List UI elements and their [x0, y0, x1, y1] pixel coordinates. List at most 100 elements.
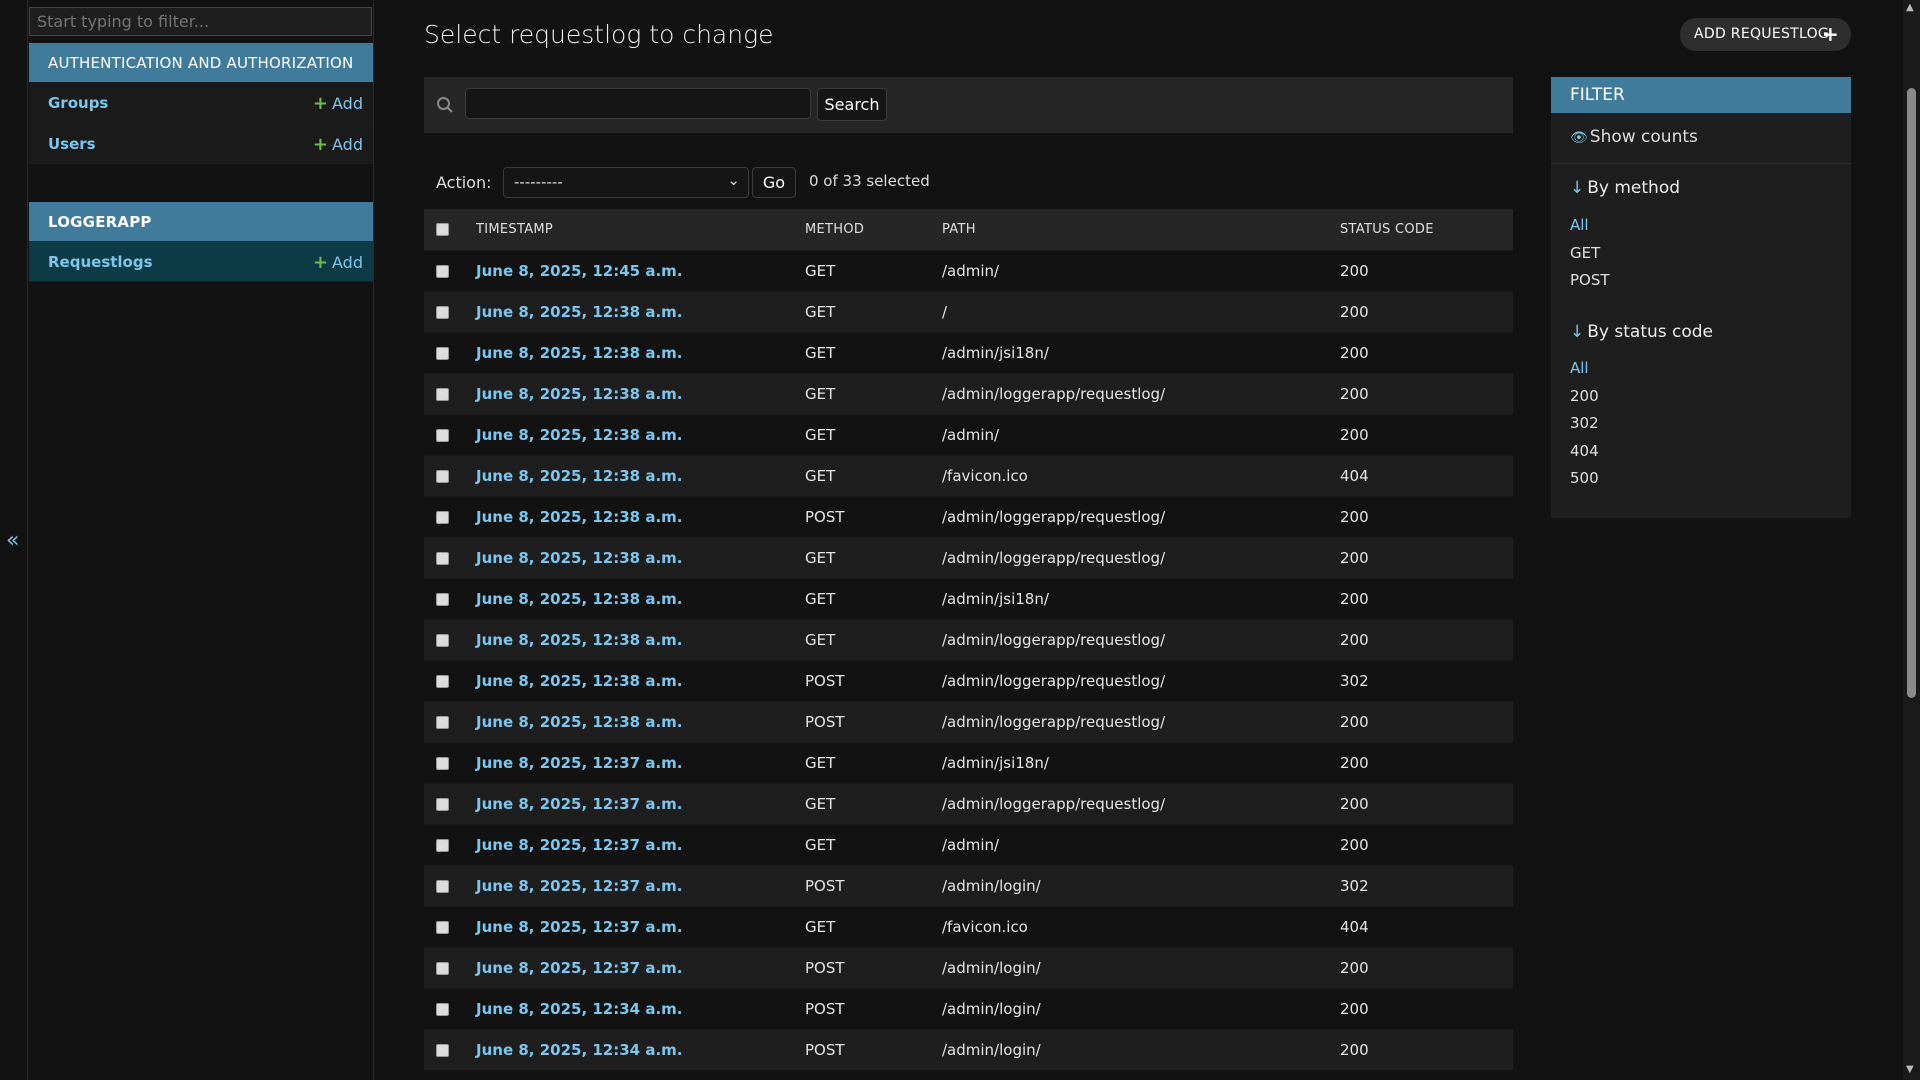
filter-method-option-all[interactable]: All	[1570, 216, 1589, 234]
row-checkbox[interactable]	[436, 838, 449, 852]
path-cell: /admin/	[942, 413, 1340, 455]
requestlog-link[interactable]: June 8, 2025, 12:37 a.m.	[476, 877, 682, 895]
row-checkbox[interactable]	[436, 633, 449, 647]
column-header-timestamp[interactable]: TIMESTAMP	[476, 209, 805, 250]
requestlog-link[interactable]: June 8, 2025, 12:38 a.m.	[476, 385, 682, 403]
requestlog-link[interactable]: June 8, 2025, 12:37 a.m.	[476, 795, 682, 813]
filter-status-option-302[interactable]: 302	[1570, 414, 1599, 432]
app-caption-auth[interactable]: AUTHENTICATION AND AUTHORIZATION	[29, 43, 373, 82]
column-header-status-code[interactable]: STATUS CODE	[1340, 209, 1513, 250]
row-select-cell	[424, 782, 476, 824]
requestlog-link[interactable]: June 8, 2025, 12:38 a.m.	[476, 590, 682, 608]
requestlog-link[interactable]: June 8, 2025, 12:38 a.m.	[476, 549, 682, 567]
row-checkbox[interactable]	[436, 674, 449, 688]
requestlog-link[interactable]: June 8, 2025, 12:37 a.m.	[476, 918, 682, 936]
show-counts-link[interactable]: 👁 Show counts	[1570, 127, 1698, 147]
sidebar-filter-input[interactable]	[29, 7, 372, 36]
row-checkbox[interactable]	[436, 797, 449, 811]
requestlog-link[interactable]: June 8, 2025, 12:38 a.m.	[476, 467, 682, 485]
row-checkbox[interactable]	[436, 346, 449, 360]
status-code-cell: 200	[1340, 782, 1513, 824]
filter-status-option-all[interactable]: All	[1570, 359, 1589, 377]
sidebar-item-users: Users + Add	[29, 123, 373, 164]
row-checkbox[interactable]	[436, 920, 449, 934]
row-checkbox[interactable]	[436, 428, 449, 442]
add-requestlog-button[interactable]: ADD REQUESTLOG +	[1680, 18, 1851, 51]
app-module-auth: AUTHENTICATION AND AUTHORIZATION Groups …	[29, 43, 373, 164]
timestamp-cell: June 8, 2025, 12:37 a.m.	[476, 905, 805, 947]
requestlog-link[interactable]: June 8, 2025, 12:38 a.m.	[476, 344, 682, 362]
method-cell: GET	[805, 741, 942, 783]
row-checkbox[interactable]	[436, 756, 449, 770]
filter-status-option-200[interactable]: 200	[1570, 387, 1599, 405]
filter-panel: FILTER 👁 Show counts ↓ By method All GET POS…	[1551, 77, 1851, 518]
requestlog-link[interactable]: June 8, 2025, 12:38 a.m.	[476, 426, 682, 444]
requestlog-link[interactable]: June 8, 2025, 12:37 a.m.	[476, 836, 682, 854]
timestamp-cell: June 8, 2025, 12:34 a.m.	[476, 987, 805, 1029]
method-cell: POST	[805, 659, 942, 701]
page-scrollbar[interactable]: ▲ ▼	[1903, 0, 1920, 1080]
filter-heading-status: ↓ By status code	[1570, 322, 1713, 342]
timestamp-cell: June 8, 2025, 12:38 a.m.	[476, 331, 805, 373]
scrollbar-thumb[interactable]	[1907, 88, 1916, 698]
search-input[interactable]	[465, 88, 811, 119]
requestlog-link[interactable]: June 8, 2025, 12:45 a.m.	[476, 262, 682, 280]
row-checkbox[interactable]	[436, 1002, 449, 1016]
show-counts-label: Show counts	[1589, 127, 1698, 147]
timestamp-cell: June 8, 2025, 12:37 a.m.	[476, 782, 805, 824]
row-checkbox[interactable]	[436, 961, 449, 975]
method-cell: GET	[805, 331, 942, 373]
row-checkbox[interactable]	[436, 551, 449, 565]
row-checkbox[interactable]	[436, 1043, 449, 1057]
column-header-path[interactable]: PATH	[942, 209, 1340, 250]
search-button[interactable]: Search	[817, 88, 887, 121]
filter-method-option-post[interactable]: POST	[1570, 271, 1610, 289]
add-group-label: Add	[332, 94, 363, 113]
requestlog-link[interactable]: June 8, 2025, 12:38 a.m.	[476, 508, 682, 526]
add-requestlog-sidebar-button[interactable]: + Add	[313, 252, 363, 273]
requestlog-link[interactable]: June 8, 2025, 12:34 a.m.	[476, 1041, 682, 1059]
status-code-cell: 404	[1340, 454, 1513, 496]
row-checkbox[interactable]	[436, 305, 449, 319]
filter-heading-status-label: By status code	[1587, 322, 1714, 342]
sidebar-item-requestlogs-link[interactable]: Requestlogs	[48, 253, 153, 271]
app-caption-loggerapp[interactable]: LOGGERAPP	[29, 202, 373, 241]
path-cell: /admin/jsi18n/	[942, 741, 1340, 783]
requestlog-link[interactable]: June 8, 2025, 12:38 a.m.	[476, 303, 682, 321]
add-user-button[interactable]: + Add	[313, 134, 363, 155]
path-cell: /admin/	[942, 249, 1340, 291]
filter-status-option-500[interactable]: 500	[1570, 469, 1599, 487]
row-checkbox[interactable]	[436, 715, 449, 729]
row-checkbox[interactable]	[436, 510, 449, 524]
filter-method-option-get[interactable]: GET	[1570, 244, 1600, 262]
timestamp-cell: June 8, 2025, 12:37 a.m.	[476, 946, 805, 988]
scroll-down-icon[interactable]: ▼	[1906, 1064, 1914, 1075]
action-select[interactable]: --------- ⌄	[503, 167, 749, 198]
go-button[interactable]: Go	[752, 167, 796, 198]
row-checkbox[interactable]	[436, 387, 449, 401]
action-select-value: ---------	[514, 173, 563, 191]
table-row: June 8, 2025, 12:38 a.m. GET/admin/200	[424, 413, 1513, 455]
select-all-checkbox[interactable]	[436, 222, 449, 236]
sidebar-item-groups-link[interactable]: Groups	[48, 94, 108, 112]
table-row: June 8, 2025, 12:38 a.m. GET/admin/jsi18n…	[424, 577, 1513, 619]
table-row: June 8, 2025, 12:34 a.m. POST/admin/login…	[424, 1028, 1513, 1070]
requestlog-link[interactable]: June 8, 2025, 12:38 a.m.	[476, 631, 682, 649]
collapse-sidebar-icon[interactable]: «	[6, 528, 19, 554]
row-checkbox[interactable]	[436, 592, 449, 606]
add-group-button[interactable]: + Add	[313, 93, 363, 114]
requestlog-link[interactable]: June 8, 2025, 12:37 a.m.	[476, 959, 682, 977]
row-checkbox[interactable]	[436, 879, 449, 893]
requestlog-link[interactable]: June 8, 2025, 12:37 a.m.	[476, 754, 682, 772]
row-checkbox[interactable]	[436, 469, 449, 483]
requestlog-link[interactable]: June 8, 2025, 12:38 a.m.	[476, 713, 682, 731]
filter-status-option-404[interactable]: 404	[1570, 442, 1599, 460]
status-code-cell: 200	[1340, 741, 1513, 783]
scroll-up-icon[interactable]: ▲	[1906, 2, 1914, 13]
requestlog-link[interactable]: June 8, 2025, 12:34 a.m.	[476, 1000, 682, 1018]
column-header-method[interactable]: METHOD	[805, 209, 942, 250]
row-checkbox[interactable]	[436, 264, 449, 278]
sidebar-item-users-link[interactable]: Users	[48, 135, 96, 153]
path-cell: /admin/loggerapp/requestlog/	[942, 495, 1340, 537]
requestlog-link[interactable]: June 8, 2025, 12:38 a.m.	[476, 672, 682, 690]
